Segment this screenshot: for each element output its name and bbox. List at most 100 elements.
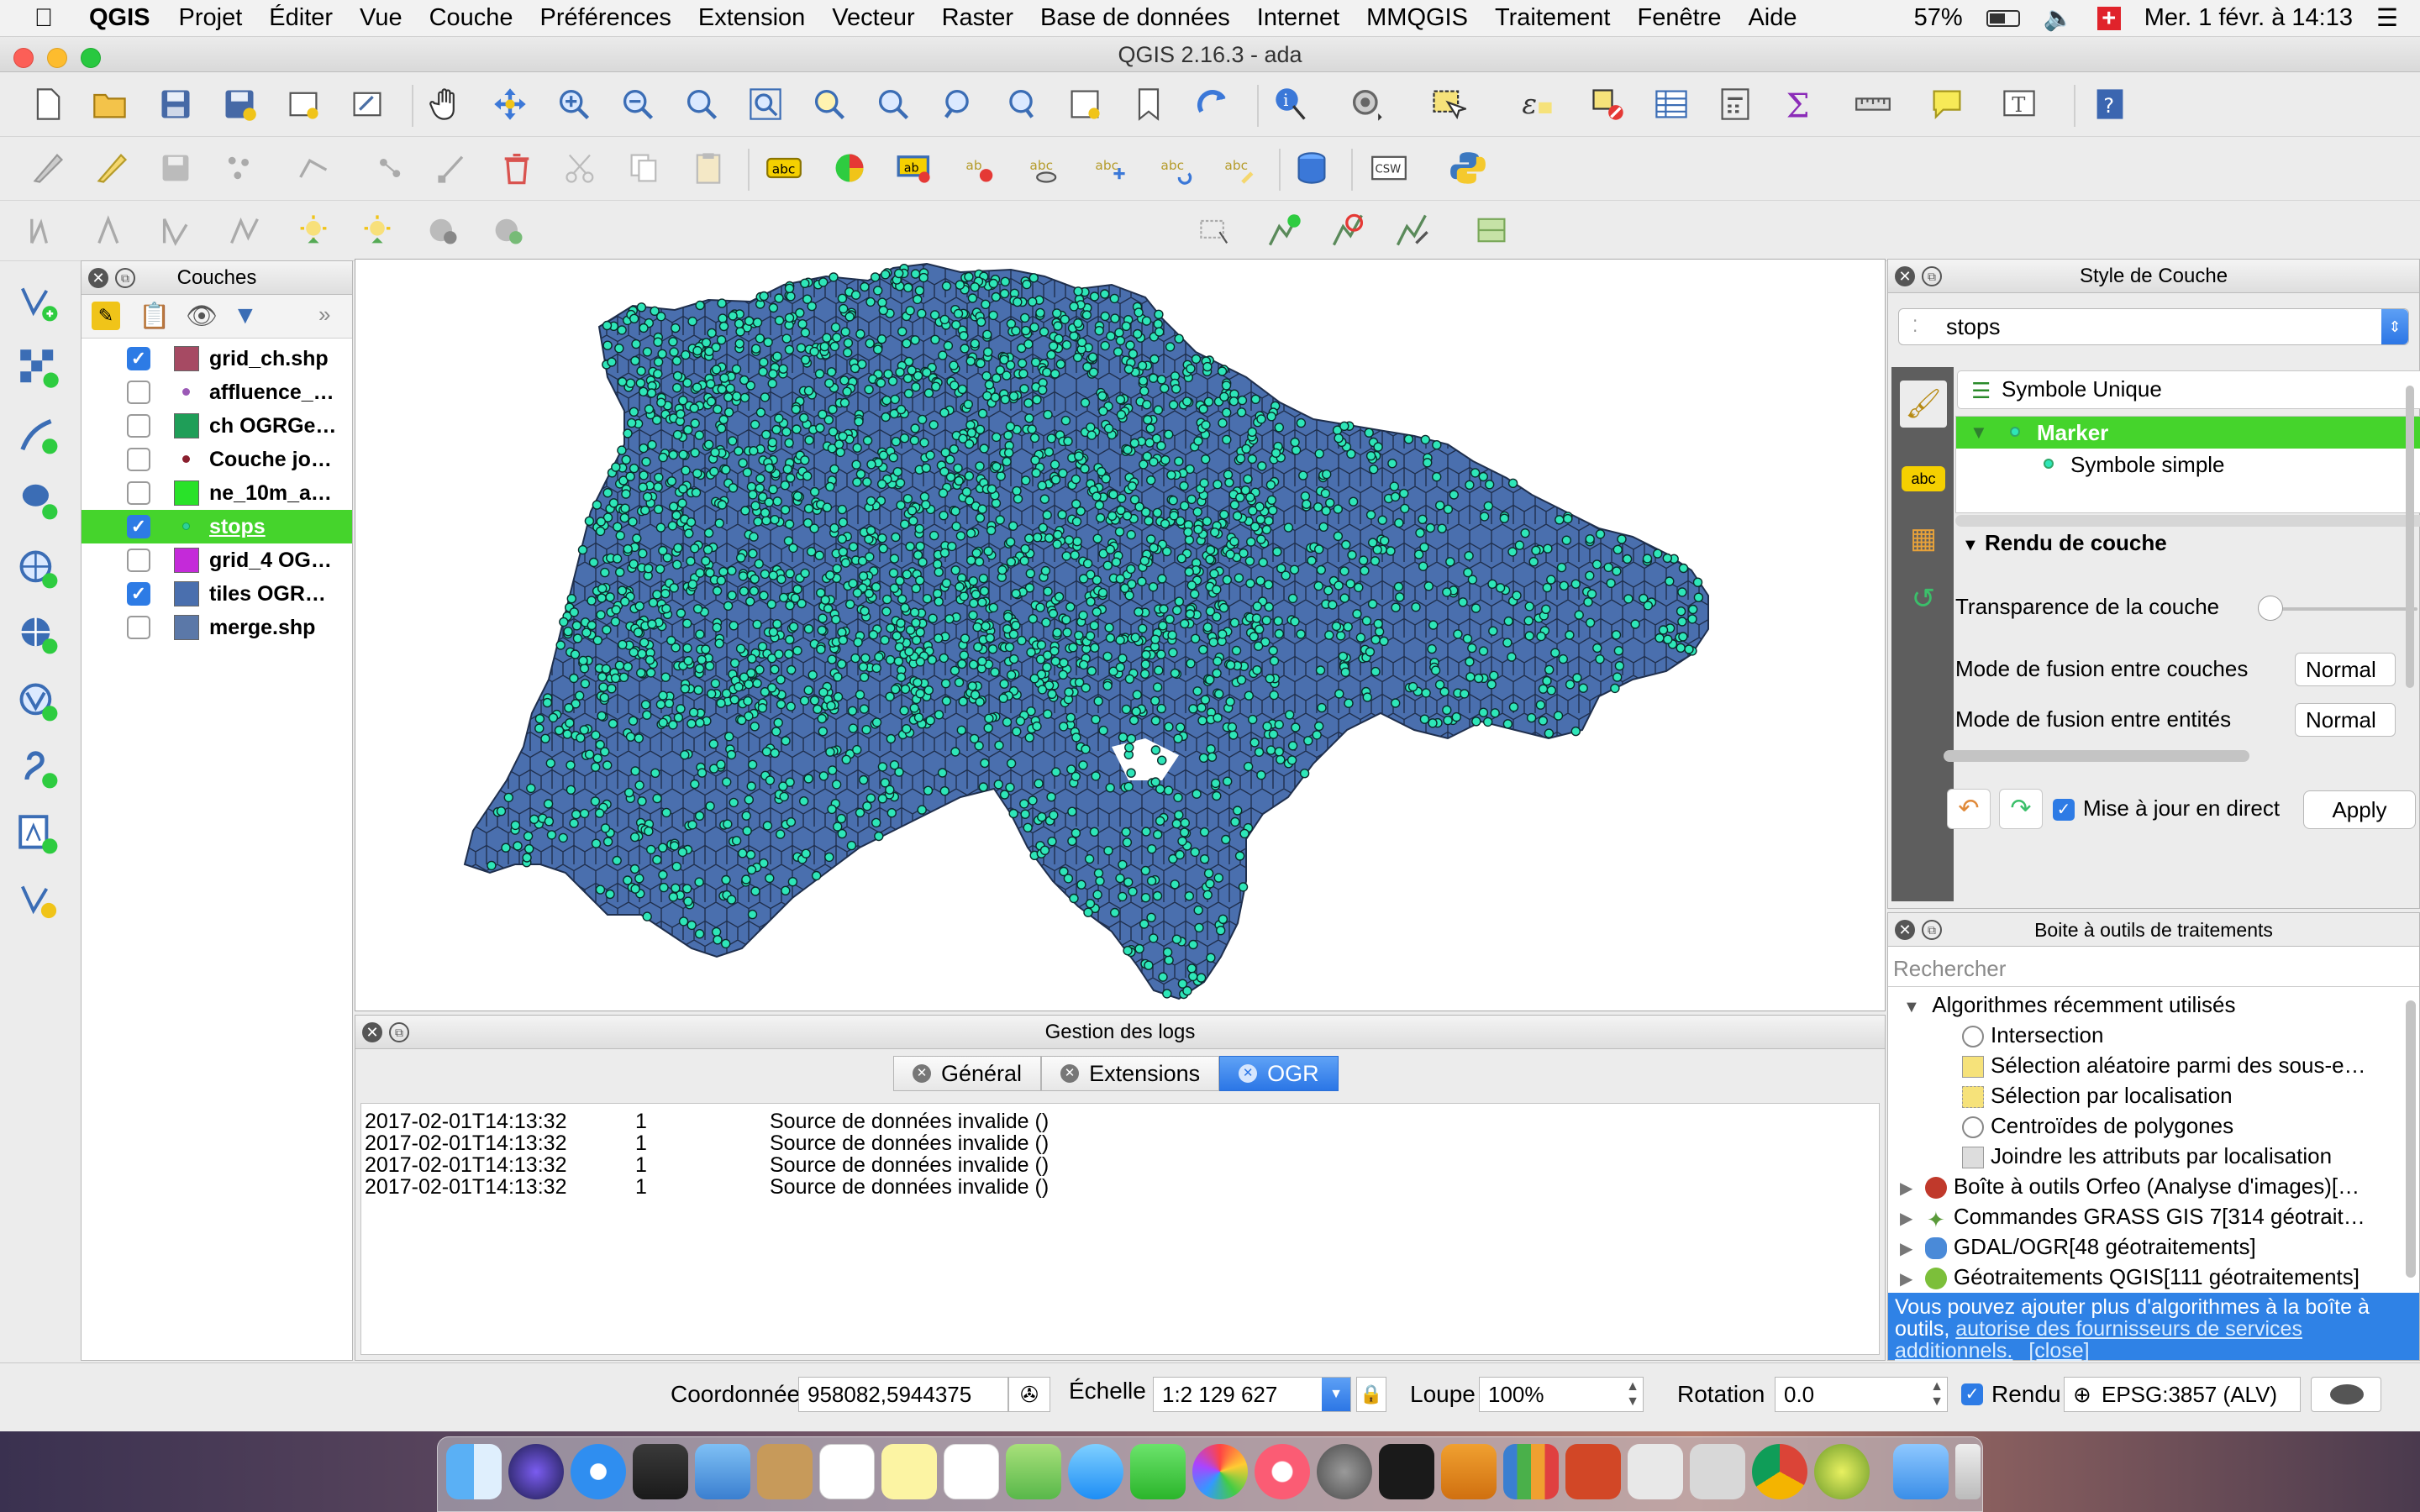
paste-features-icon[interactable] xyxy=(689,149,728,187)
layer-item[interactable]: grid_4 OG… xyxy=(82,543,352,577)
labels-icon[interactable]: abc xyxy=(1900,451,1947,498)
add-group-icon[interactable]: 📋 xyxy=(139,302,170,331)
copy-features-icon[interactable] xyxy=(625,149,664,187)
blend-layers-combobox[interactable]: Normal xyxy=(2295,653,2396,686)
tab-ogr[interactable]: ✕ OGR xyxy=(1219,1056,1339,1091)
map-tips-icon[interactable] xyxy=(1928,85,1966,123)
processing-search-input[interactable]: Rechercher xyxy=(1888,950,2419,987)
rotate-point-symbols-icon[interactable] xyxy=(91,211,129,249)
layer-diagram-options-icon[interactable] xyxy=(830,149,869,187)
algorithm-item[interactable]: Sélection aléatoire parmi des sous-e… xyxy=(1962,1053,2366,1079)
powerpoint-icon[interactable] xyxy=(1565,1444,1621,1499)
whats-this-help-icon[interactable]: ? xyxy=(2091,85,2129,123)
photo-booth-icon[interactable] xyxy=(633,1444,688,1499)
add-postgis-layer-icon[interactable] xyxy=(12,474,64,526)
input-source-flag-icon[interactable]: + xyxy=(2096,6,2121,30)
coordinate-field[interactable]: 958082,5944375 xyxy=(798,1377,1008,1412)
layer-visibility-checkbox[interactable] xyxy=(127,616,150,639)
layer-visibility-checkbox[interactable] xyxy=(127,381,150,404)
add-point-icon[interactable] xyxy=(220,149,259,187)
close-notice-link[interactable]: [close] xyxy=(2028,1339,2089,1362)
zoom-out-icon[interactable] xyxy=(618,85,657,123)
new-print-composer-icon[interactable] xyxy=(284,85,323,123)
save-as-icon[interactable] xyxy=(220,85,259,123)
tab-general[interactable]: ✕ Général xyxy=(893,1056,1042,1091)
highlight-pinned-labels-icon[interactable]: ab xyxy=(896,149,934,187)
add-wcs-layer-icon[interactable] xyxy=(12,608,64,660)
vertical-scrollbar[interactable] xyxy=(2406,386,2414,688)
add-ring-icon[interactable] xyxy=(225,211,264,249)
close-tab-icon[interactable]: ✕ xyxy=(913,1064,931,1083)
add-vector-layer-icon[interactable] xyxy=(12,276,64,328)
float-panel-icon[interactable]: ⧉ xyxy=(1922,920,1942,940)
notification-center-icon[interactable]: ☰ xyxy=(2376,3,2398,33)
provider-orfeo[interactable]: ▶ Boîte à outils Orfeo (Analyse d'images… xyxy=(1900,1173,2360,1200)
toggle-extents-icon[interactable]: ✇ xyxy=(1008,1377,1050,1412)
messages-button[interactable] xyxy=(2311,1377,2381,1412)
expand-arrow-icon[interactable]: ▼ xyxy=(1903,998,1920,1016)
live-update-checkbox[interactable]: ✓ xyxy=(2053,799,2075,821)
log-text-area[interactable]: 2017-02-01T14:13:32 1 Source de données in… xyxy=(360,1103,1880,1355)
facetime-icon[interactable] xyxy=(1130,1444,1186,1499)
dropdown-arrow-icon[interactable]: ▼ xyxy=(1322,1378,1350,1411)
collapse-arrow-icon[interactable]: ▼ xyxy=(1962,536,1979,554)
add-virtual-layer-icon[interactable] xyxy=(12,874,64,926)
diagrams-icon[interactable]: ▦ xyxy=(1900,515,1947,562)
show-hide-labels-icon[interactable]: abc xyxy=(1025,149,1064,187)
new-shapefile-layer-icon[interactable] xyxy=(12,808,64,860)
pin-labels-icon[interactable]: ab xyxy=(961,149,1000,187)
zoom-actual-size-icon[interactable] xyxy=(682,85,721,123)
rendering-section-header[interactable]: ▼ Rendu de couche xyxy=(1962,530,2167,556)
close-panel-icon[interactable]: ✕ xyxy=(88,268,108,288)
fill-ring-icon[interactable] xyxy=(358,211,397,249)
menu-extension[interactable]: Extension xyxy=(685,4,818,32)
split-parts-icon[interactable] xyxy=(1393,211,1432,249)
provider-gdal[interactable]: ▶ GDAL/OGR[48 géotraitements] xyxy=(1900,1234,2256,1260)
itunes-icon[interactable] xyxy=(1255,1444,1310,1499)
reminders-icon[interactable] xyxy=(944,1444,999,1499)
menu-fenetre[interactable]: Fenêtre xyxy=(1624,4,1735,32)
downloads-folder-icon[interactable] xyxy=(1893,1444,1949,1499)
safari-icon[interactable] xyxy=(571,1444,626,1499)
numbers-icon[interactable] xyxy=(1503,1444,1559,1499)
layer-visibility-checkbox[interactable]: ✓ xyxy=(127,582,150,606)
change-label-icon[interactable]: abc xyxy=(1220,149,1259,187)
zoom-in-icon[interactable] xyxy=(555,85,593,123)
recent-algorithms-group[interactable]: ▼ Algorithmes récemment utilisés xyxy=(1903,992,2235,1018)
volume-icon[interactable]: 🔈 xyxy=(2044,4,2074,33)
reshape-features-icon[interactable] xyxy=(1197,211,1235,249)
magnifier-spinbox[interactable]: 100% ▲ ▼ xyxy=(1479,1377,1644,1412)
redo-icon[interactable]: ↷ xyxy=(1999,789,2043,829)
crs-button[interactable]: ⊕ EPSG:3857 (ALV) xyxy=(2064,1377,2301,1412)
node-tool-icon[interactable] xyxy=(434,149,472,187)
delete-part-icon[interactable] xyxy=(489,211,528,249)
menu-raster[interactable]: Raster xyxy=(929,4,1027,32)
zoom-to-layer-icon[interactable] xyxy=(874,85,913,123)
statistical-summary-icon[interactable]: Σ xyxy=(1780,85,1818,123)
show-bookmarks-icon[interactable] xyxy=(1129,85,1168,123)
add-part-icon[interactable] xyxy=(294,211,333,249)
layer-visibility-checkbox[interactable] xyxy=(127,481,150,505)
attribute-table-icon[interactable] xyxy=(1652,85,1691,123)
layer-item[interactable]: merge.shp xyxy=(82,611,352,644)
pan-map-icon[interactable] xyxy=(427,85,466,123)
zoom-window-button[interactable] xyxy=(81,48,101,68)
photos-icon[interactable] xyxy=(1192,1444,1248,1499)
python-console-icon[interactable] xyxy=(1449,149,1487,187)
collapse-arrow-icon[interactable]: ▶ xyxy=(1900,1270,1912,1289)
collapse-arrow-icon[interactable]: ▶ xyxy=(1900,1210,1912,1228)
layer-item[interactable]: ch OGRGe… xyxy=(82,409,352,443)
menu-couche[interactable]: Couche xyxy=(416,4,527,32)
menu-projet[interactable]: Projet xyxy=(166,4,256,32)
keychain-icon[interactable] xyxy=(1690,1444,1745,1499)
slider-knob[interactable] xyxy=(2258,596,2283,621)
spin-arrows-icon[interactable]: ▲ ▼ xyxy=(1626,1379,1639,1410)
zoom-next-icon[interactable] xyxy=(1002,85,1040,123)
zoom-full-icon[interactable] xyxy=(746,85,785,123)
close-tab-icon[interactable]: ✕ xyxy=(1060,1064,1080,1083)
new-bookmark-icon[interactable] xyxy=(1065,85,1104,123)
float-panel-icon[interactable]: ⧉ xyxy=(1922,266,1942,286)
symbology-paintbrush-icon[interactable]: 🖌 xyxy=(1900,381,1947,428)
save-layer-edits-icon[interactable] xyxy=(156,149,195,187)
blend-features-combobox[interactable]: Normal xyxy=(2295,703,2396,737)
